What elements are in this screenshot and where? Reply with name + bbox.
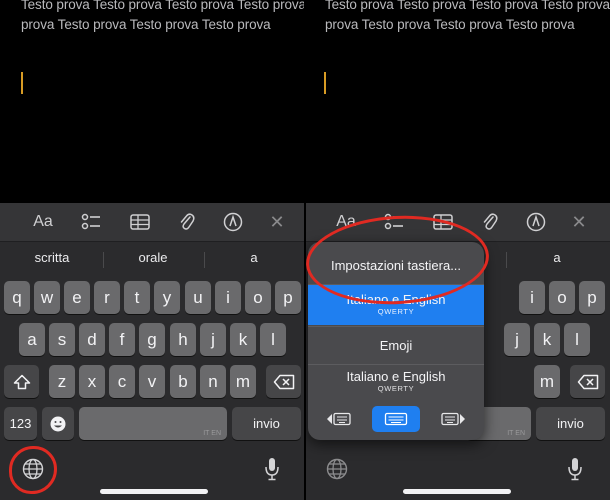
divider <box>308 326 484 327</box>
prediction-bar: scritta orale a <box>0 242 304 275</box>
key-i[interactable]: i <box>215 281 241 314</box>
microphone-icon[interactable] <box>563 456 587 482</box>
microphone-icon[interactable] <box>260 456 284 482</box>
key-r[interactable]: r <box>94 281 120 314</box>
key-i[interactable]: i <box>519 281 545 314</box>
key-v[interactable]: v <box>139 365 165 398</box>
home-indicator <box>403 489 511 494</box>
space-language-hint: IT EN <box>507 430 525 437</box>
key-w[interactable]: w <box>34 281 60 314</box>
key-m[interactable]: m <box>230 365 256 398</box>
key-c[interactable]: c <box>109 365 135 398</box>
key-l[interactable]: l <box>564 323 590 356</box>
shift-key[interactable] <box>4 365 39 398</box>
key-g[interactable]: g <box>139 323 165 356</box>
key-o[interactable]: o <box>245 281 271 314</box>
table-icon[interactable] <box>129 211 151 233</box>
text-cursor <box>324 72 326 94</box>
keyboard-toolbar: Aa ✕ <box>0 203 304 242</box>
paperclip-icon[interactable] <box>176 211 198 233</box>
return-key[interactable]: invio <box>536 407 605 440</box>
prediction-word[interactable]: a <box>509 250 605 265</box>
key-n[interactable]: n <box>200 365 226 398</box>
close-icon[interactable]: ✕ <box>266 211 288 233</box>
format-text-icon[interactable]: Aa <box>31 211 55 233</box>
text-cursor <box>21 72 23 94</box>
key-j[interactable]: j <box>200 323 226 356</box>
key-k[interactable]: k <box>534 323 560 356</box>
key-y[interactable]: y <box>154 281 180 314</box>
note-text-line-2: prova Testo prova Testo prova Testo prov… <box>325 17 575 32</box>
left-screenshot: Testo prova Testo prova Testo prova Test… <box>0 0 304 500</box>
prediction-word[interactable]: orale <box>105 250 201 265</box>
key-u[interactable]: u <box>185 281 211 314</box>
globe-icon[interactable] <box>324 456 350 482</box>
key-d[interactable]: d <box>79 323 105 356</box>
menu-item-sublabel: QWERTY <box>377 384 415 393</box>
emoji-key[interactable] <box>42 407 74 440</box>
keyboard-left-icon[interactable] <box>322 406 356 432</box>
divider <box>506 252 507 268</box>
menu-item-emoji[interactable]: Emoji <box>308 338 484 353</box>
checklist-icon[interactable] <box>80 211 102 233</box>
key-l[interactable]: l <box>260 323 286 356</box>
markup-pen-icon[interactable] <box>222 211 244 233</box>
key-z[interactable]: z <box>49 365 75 398</box>
key-e[interactable]: e <box>64 281 90 314</box>
key-x[interactable]: x <box>79 365 105 398</box>
key-p[interactable]: p <box>275 281 301 314</box>
backspace-key[interactable] <box>570 365 605 398</box>
key-p[interactable]: p <box>579 281 605 314</box>
prediction-word[interactable]: a <box>206 250 302 265</box>
note-text-line-2: prova Testo prova Testo prova Testo prov… <box>21 17 271 32</box>
return-key[interactable]: invio <box>232 407 301 440</box>
key-b[interactable]: b <box>170 365 196 398</box>
divider <box>103 252 104 268</box>
key-o[interactable]: o <box>549 281 575 314</box>
key-h[interactable]: h <box>170 323 196 356</box>
close-icon[interactable]: ✕ <box>568 211 590 233</box>
menu-item-italiano-english[interactable]: Italiano e English QWERTY <box>308 369 484 403</box>
prediction-word[interactable]: scritta <box>4 250 100 265</box>
space-bar[interactable]: IT EN <box>79 407 227 440</box>
paperclip-icon[interactable] <box>479 211 501 233</box>
divider <box>204 252 205 268</box>
key-f[interactable]: f <box>109 323 135 356</box>
divider <box>308 364 484 365</box>
note-text-line-1: Testo prova Testo prova Testo prova Test… <box>325 0 610 12</box>
right-screenshot: Testo prova Testo prova Testo prova Test… <box>306 0 610 500</box>
menu-item-sublabel: QWERTY <box>377 307 415 316</box>
key-m[interactable]: m <box>534 365 560 398</box>
key-s[interactable]: s <box>49 323 75 356</box>
key-j[interactable]: j <box>504 323 530 356</box>
key-t[interactable]: t <box>124 281 150 314</box>
space-language-hint: IT EN <box>203 430 221 437</box>
keyboard-right-icon[interactable] <box>436 406 470 432</box>
key-k[interactable]: k <box>230 323 256 356</box>
key-a[interactable]: a <box>19 323 45 356</box>
menu-item-label: Italiano e English <box>346 369 446 384</box>
key-q[interactable]: q <box>4 281 30 314</box>
keyboard-full-icon[interactable] <box>372 406 420 432</box>
note-text-line-1: Testo prova Testo prova Testo prova Test… <box>21 0 304 12</box>
home-indicator <box>100 489 208 494</box>
numbers-key[interactable]: 123 <box>4 407 37 440</box>
backspace-key[interactable] <box>266 365 301 398</box>
markup-pen-icon[interactable] <box>525 211 547 233</box>
